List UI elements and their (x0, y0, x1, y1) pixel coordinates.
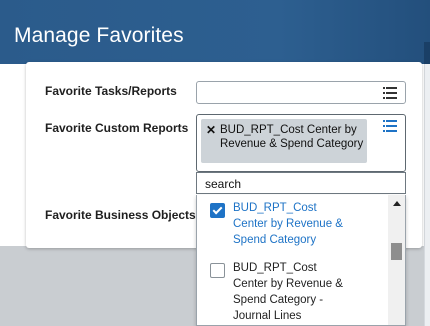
list-item[interactable]: BUD_RPT_Cost Center by Revenue & Spend C… (197, 199, 387, 247)
favorite-tasks-reports-label: Favorite Tasks/Reports (45, 84, 177, 98)
remove-chip-icon[interactable]: ✕ (206, 123, 216, 137)
option-label: BUD_RPT_Cost Center by Revenue & Spend C… (233, 202, 343, 246)
option-label: BUD_RPT_Cost Center by Revenue & Spend C… (233, 262, 343, 322)
favorite-tasks-reports-input[interactable] (196, 81, 406, 104)
list-icon[interactable] (383, 120, 397, 132)
page-header: Manage Favorites (0, 0, 430, 64)
selected-report-chip-label: BUD_RPT_Cost Center by Revenue & Spend C… (220, 124, 364, 150)
list-icon[interactable] (383, 87, 397, 99)
dropdown-scrollbar[interactable] (388, 195, 405, 325)
scroll-thumb[interactable] (391, 243, 402, 260)
checkbox-unchecked[interactable] (210, 263, 225, 278)
header-edge (424, 42, 430, 64)
favorite-business-objects-label: Favorite Business Objects (45, 208, 196, 222)
right-edge-strip (424, 64, 430, 326)
scroll-up-arrow-icon[interactable] (393, 201, 401, 206)
checkbox-checked[interactable] (210, 203, 225, 218)
list-item[interactable]: BUD_RPT_Cost Center by Revenue & Spend C… (197, 259, 387, 323)
favorite-custom-reports-label: Favorite Custom Reports (45, 121, 189, 135)
favorite-custom-reports-input[interactable]: ✕ BUD_RPT_Cost Center by Revenue & Spend… (196, 114, 406, 172)
selected-report-chip: ✕ BUD_RPT_Cost Center by Revenue & Spend… (201, 119, 367, 163)
reports-dropdown-list[interactable]: BUD_RPT_Cost Center by Revenue & Spend C… (196, 195, 406, 326)
page-title: Manage Favorites (14, 24, 184, 47)
search-input[interactable]: search (196, 172, 406, 194)
